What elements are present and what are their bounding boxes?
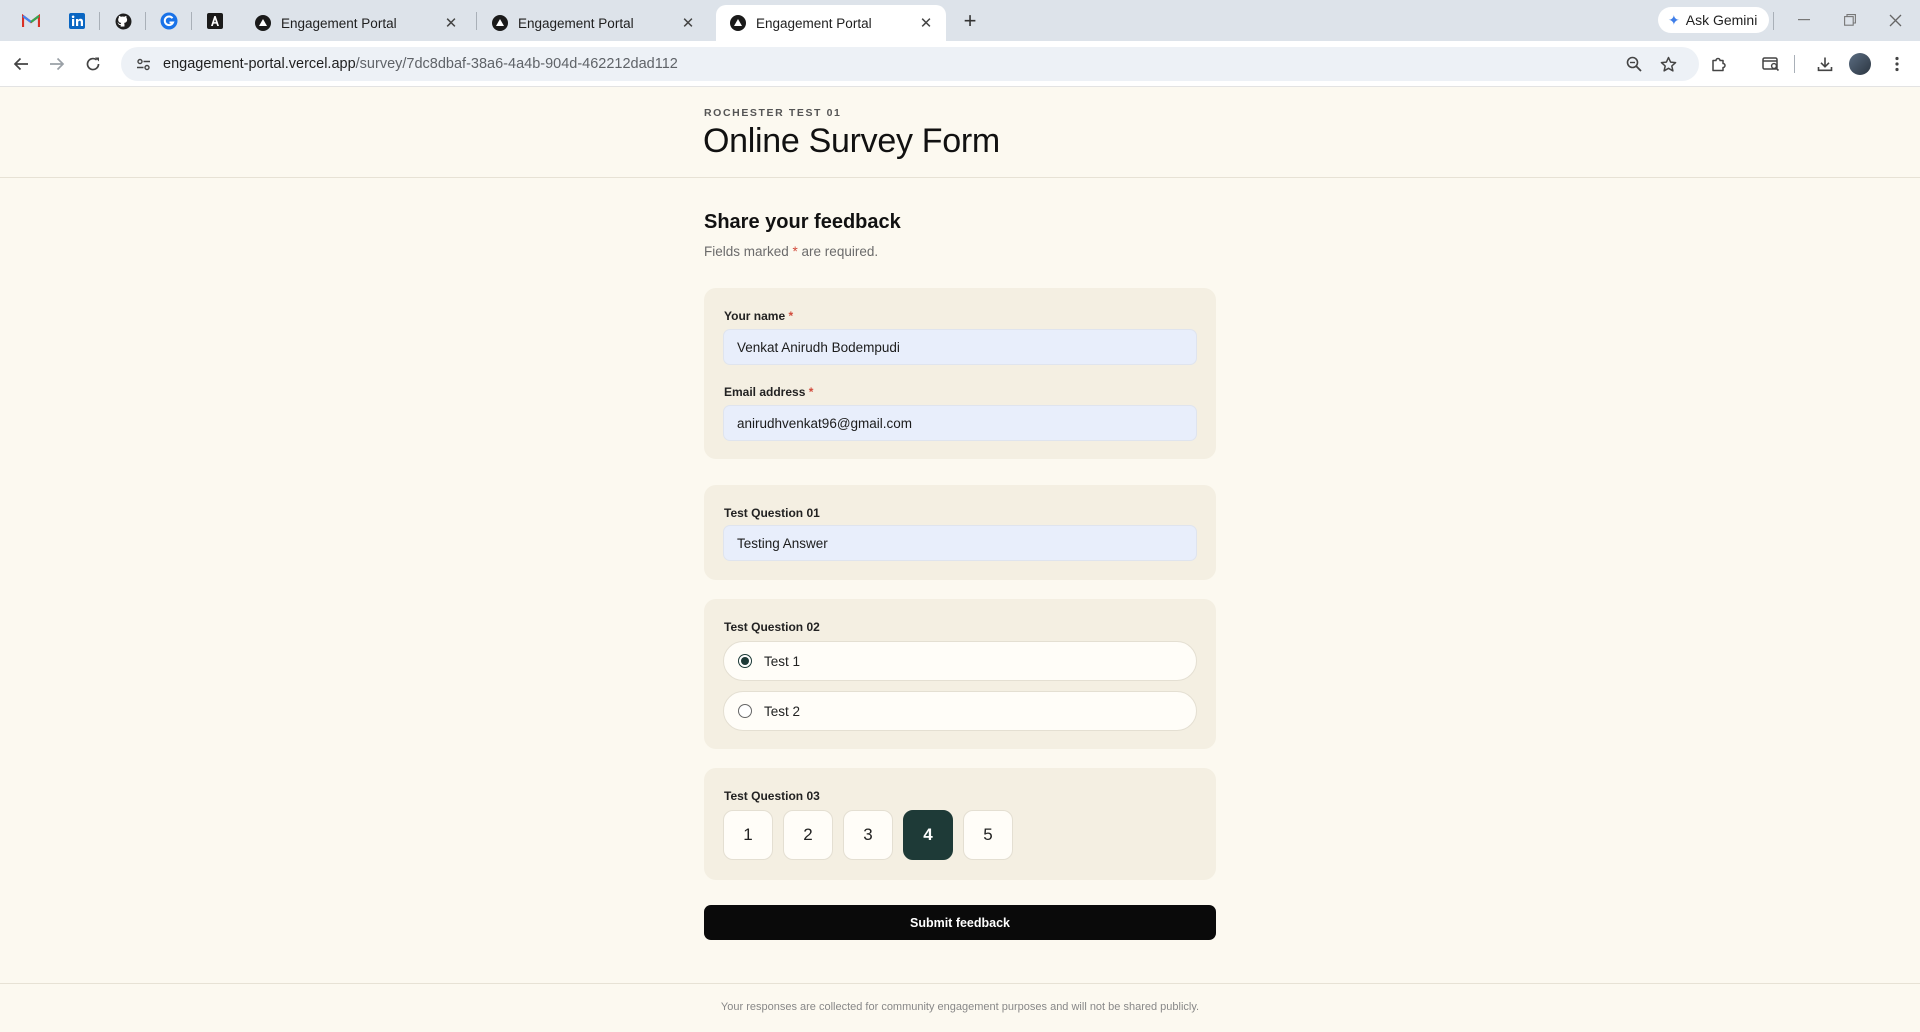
pinned-tab-github[interactable] <box>107 7 139 35</box>
extensions-button[interactable] <box>1705 51 1731 77</box>
name-input[interactable] <box>723 329 1197 365</box>
url-host: engagement-portal.vercel.app <box>163 56 356 72</box>
tab-title: Engagement Portal <box>518 15 634 31</box>
required-note-suffix: are required. <box>797 244 879 259</box>
github-icon <box>115 13 131 29</box>
close-window-icon[interactable] <box>1880 8 1910 32</box>
tab-engagement-portal-active[interactable]: Engagement Portal ✕ <box>716 5 946 41</box>
page-header: ROCHESTER TEST 01 Online Survey Form <box>0 87 1920 178</box>
tab-separator <box>145 12 146 30</box>
name-field-label: Your name * <box>724 309 793 323</box>
question-02-label: Test Question 02 <box>724 620 820 634</box>
email-label-text: Email address <box>724 385 806 399</box>
tab-engagement-portal-1[interactable]: Engagement Portal ✕ <box>241 5 471 41</box>
pinned-tab-gmail[interactable] <box>15 7 47 35</box>
tab-search-icon <box>1762 57 1780 72</box>
rating-option-2[interactable]: 2 <box>783 810 833 860</box>
organization-eyebrow: ROCHESTER TEST 01 <box>704 107 842 119</box>
tab-close-icon[interactable]: ✕ <box>678 13 698 33</box>
question-01-label: Test Question 01 <box>724 506 820 520</box>
reload-icon <box>86 57 100 71</box>
toolbar-separator <box>1794 55 1795 73</box>
restore-window-icon[interactable] <box>1835 8 1865 32</box>
page-footer: Your responses are collected for communi… <box>0 983 1920 1032</box>
tab-close-icon[interactable]: ✕ <box>916 13 936 33</box>
radio-option-label: Test 1 <box>764 653 801 669</box>
contact-details-card: Your name * Email address * <box>704 288 1216 459</box>
tab-search-button[interactable] <box>1758 51 1784 77</box>
reload-button[interactable] <box>80 51 106 77</box>
email-field-label: Email address * <box>724 385 813 399</box>
tab-engagement-portal-2[interactable]: Engagement Portal ✕ <box>478 5 708 41</box>
question-01-card: Test Question 01 <box>704 485 1216 580</box>
puzzle-piece-icon <box>1711 57 1726 71</box>
radio-button-checked[interactable] <box>738 654 752 668</box>
radio-option-label: Test 2 <box>764 703 801 719</box>
question-03-card: Test Question 03 1 2 3 4 5 <box>704 768 1216 880</box>
radio-button-unchecked[interactable] <box>738 704 752 718</box>
browser-tab-bar: Engagement Portal ✕ Engagement Portal ✕ … <box>0 0 1920 41</box>
ask-gemini-button[interactable]: ✦ Ask Gemini <box>1658 7 1770 33</box>
form-heading: Share your feedback <box>704 211 901 233</box>
email-input[interactable] <box>723 405 1197 441</box>
engagement-portal-favicon-icon <box>492 15 508 31</box>
downloads-button[interactable] <box>1812 51 1838 77</box>
new-tab-button[interactable]: + <box>956 8 984 33</box>
gemini-sparkle-icon: ✦ <box>1668 11 1680 28</box>
radio-option-test-1[interactable]: Test 1 <box>723 641 1197 681</box>
anthropic-icon <box>207 13 223 29</box>
ask-gemini-label: Ask Gemini <box>1685 12 1758 28</box>
grammarly-icon <box>160 12 178 30</box>
zoom-icon[interactable] <box>1621 53 1647 75</box>
more-vertical-icon <box>1895 56 1899 72</box>
engagement-portal-favicon-icon <box>255 15 271 31</box>
tab-close-icon[interactable]: ✕ <box>441 13 461 33</box>
pinned-tab-linkedin[interactable] <box>61 7 93 35</box>
rating-option-4-selected[interactable]: 4 <box>903 810 953 860</box>
tab-title: Engagement Portal <box>756 15 872 31</box>
required-marker: * <box>788 309 794 323</box>
page-title: Online Survey Form <box>703 122 1000 160</box>
tab-separator <box>99 12 100 30</box>
arrow-right-icon <box>50 57 65 71</box>
forward-button[interactable] <box>44 51 70 77</box>
rating-option-3[interactable]: 3 <box>843 810 893 860</box>
name-label-text: Your name <box>724 309 786 323</box>
bookmark-star-icon[interactable] <box>1655 53 1681 75</box>
profile-avatar[interactable] <box>1849 53 1871 75</box>
tab-separator <box>191 12 192 30</box>
tab-title: Engagement Portal <box>281 15 397 31</box>
tab-separator <box>476 12 477 30</box>
submit-feedback-button[interactable]: Submit feedback <box>704 905 1216 940</box>
browser-toolbar: engagement-portal.vercel.app/survey/7dc8… <box>0 41 1920 87</box>
minimize-window-icon[interactable] <box>1789 8 1819 32</box>
linkedin-icon <box>69 13 85 29</box>
browser-menu-button[interactable] <box>1884 51 1910 77</box>
question-01-input[interactable] <box>723 525 1197 561</box>
download-icon <box>1817 57 1833 72</box>
radio-option-test-2[interactable]: Test 2 <box>723 691 1197 731</box>
required-fields-note: Fields marked * are required. <box>704 244 878 259</box>
pinned-tab-anthropic[interactable] <box>199 7 231 35</box>
required-note-prefix: Fields marked <box>704 244 793 259</box>
engagement-portal-favicon-icon <box>730 15 746 31</box>
question-03-label: Test Question 03 <box>724 789 820 803</box>
gmail-icon <box>22 14 40 27</box>
question-02-card: Test Question 02 Test 1 Test 2 <box>704 599 1216 749</box>
rating-scale: 1 2 3 4 5 <box>723 810 1013 860</box>
address-bar[interactable]: engagement-portal.vercel.app/survey/7dc8… <box>121 47 1699 81</box>
url-path: /survey/7dc8dbaf-38a6-4a4b-904d-462212da… <box>355 56 678 72</box>
rating-option-1[interactable]: 1 <box>723 810 773 860</box>
site-info-icon[interactable] <box>133 54 153 74</box>
required-marker: * <box>808 385 814 399</box>
tab-separator <box>1773 12 1774 30</box>
privacy-notice: Your responses are collected for communi… <box>720 1001 1200 1013</box>
arrow-left-icon <box>13 57 28 71</box>
back-button[interactable] <box>8 51 34 77</box>
pinned-tab-grammarly[interactable] <box>153 7 185 35</box>
rating-option-5[interactable]: 5 <box>963 810 1013 860</box>
